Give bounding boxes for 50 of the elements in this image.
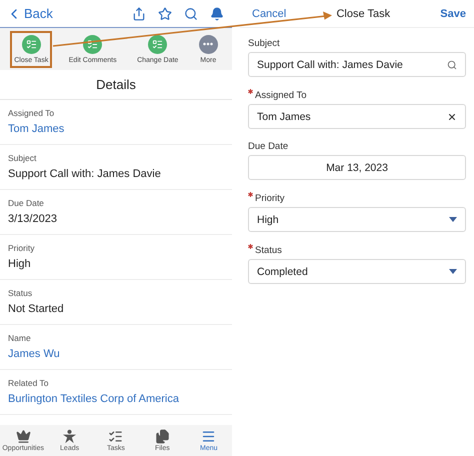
field-value: Support Call with: James Davie [257,58,403,70]
save-link[interactable]: Save [440,8,466,20]
field-label: Related To [8,378,50,388]
field-label: Status [255,245,282,256]
field-value: High [8,258,32,270]
input-field[interactable]: Tom James [248,104,466,129]
person-star-icon [62,429,78,444]
field-link[interactable]: Burlington Textiles Corp of America [8,393,224,405]
search-icon[interactable] [184,6,198,20]
required-asterisk-icon [248,244,253,249]
menu-icon [201,429,216,444]
search-icon[interactable] [447,60,457,70]
field-value: Completed [257,266,308,278]
field-value: Mar 13, 2023 [326,162,388,174]
field-link[interactable]: James Wu [8,348,224,360]
field-value: Support Call with: James Davie [8,168,162,180]
crown-icon [16,429,31,444]
star-icon[interactable] [158,6,172,20]
picklist-field[interactable]: Completed [248,259,466,284]
caret-icon [449,269,457,274]
cancel-link[interactable]: Cancel [252,8,286,20]
field-label: Priority [255,193,285,204]
field-label: Status [8,288,34,298]
field-label: Due Date [248,141,288,152]
field-value: 3/13/2023 [8,213,58,225]
share-icon[interactable] [132,6,146,20]
field-label: Subject [8,153,38,163]
field-label: Assigned To [255,90,307,101]
caret-icon [449,217,457,222]
notification-bell-icon[interactable] [210,6,224,20]
field-link[interactable]: Tom James [8,123,224,135]
field-label: Name [8,333,32,343]
clear-icon[interactable] [447,112,457,122]
required-asterisk-icon [248,89,253,94]
required-asterisk-icon [248,192,253,197]
field-label: Due Date [8,198,45,208]
field-value: High [257,214,279,226]
input-field[interactable]: Support Call with: James Davie [248,52,466,77]
field-label: Subject [248,38,280,49]
field-value: Not Started [8,303,65,315]
form-title: Close Task [336,8,390,20]
files-icon [154,429,170,444]
back-link[interactable]: Back [6,6,53,22]
picklist-field[interactable]: High [248,207,466,232]
field-label: Priority [8,243,36,253]
field-value: Tom James [257,110,311,122]
field-label: Assigned To [8,108,56,118]
checklist-icon [108,429,124,444]
input-field[interactable]: Mar 13, 2023 [248,155,466,180]
section-title: Details [0,70,232,100]
